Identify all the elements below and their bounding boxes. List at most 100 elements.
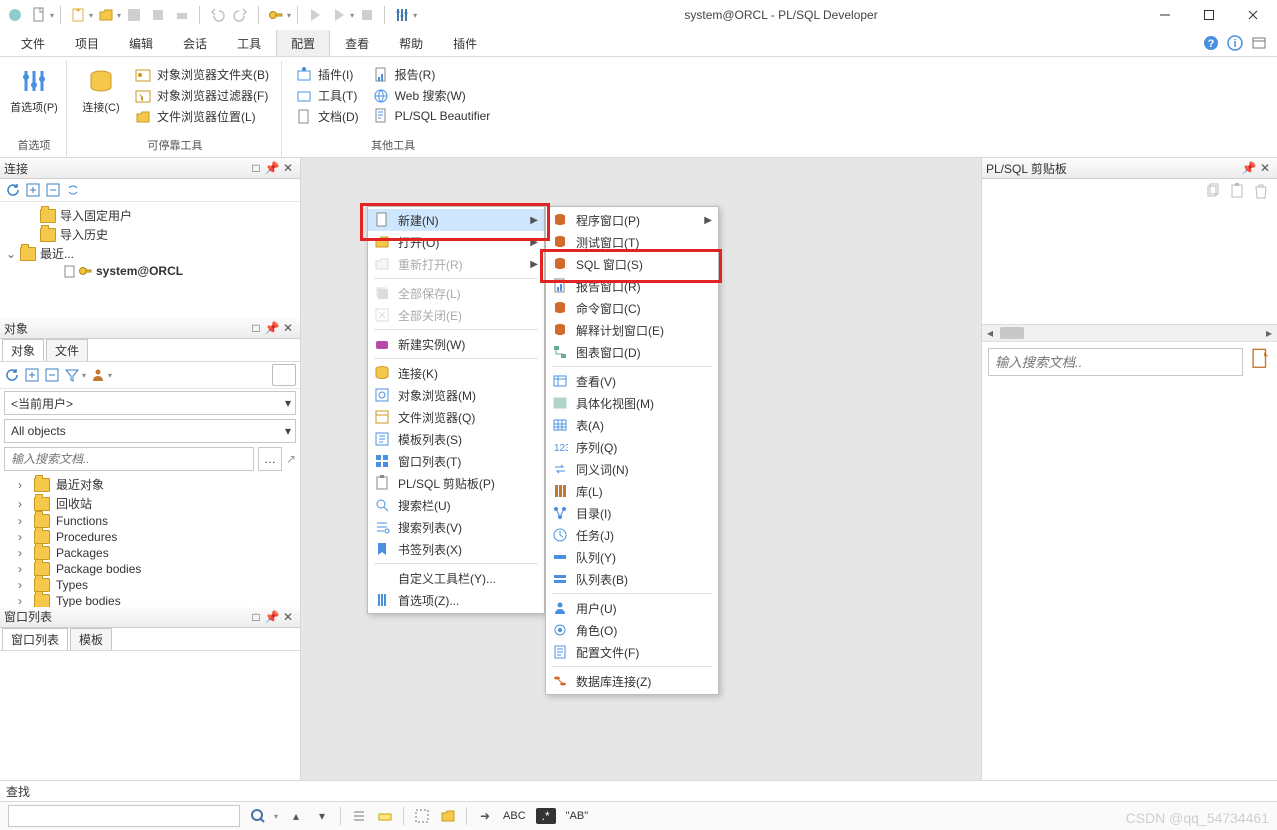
menu-item[interactable]: 任务(J) xyxy=(546,524,718,546)
menu-item[interactable]: 队列表(B) xyxy=(546,568,718,590)
pane-restore-icon[interactable]: □ xyxy=(248,609,264,625)
clear-icon[interactable]: ↗ xyxy=(286,452,296,466)
pin-icon[interactable]: 📌 xyxy=(264,160,280,176)
pane-close-icon[interactable]: ✕ xyxy=(280,609,296,625)
menu-project[interactable]: 项目 xyxy=(60,30,114,56)
pin-icon[interactable]: 📌 xyxy=(1241,160,1257,176)
help-icon[interactable]: ? xyxy=(1203,35,1219,51)
maximize-button[interactable] xyxy=(1189,2,1229,28)
menu-item[interactable]: 用户(U) xyxy=(546,597,718,619)
tab-files[interactable]: 文件 xyxy=(46,339,88,361)
menu-item[interactable]: 123序列(Q) xyxy=(546,436,718,458)
menu-item[interactable]: 图表窗口(D) xyxy=(546,341,718,363)
pane-close-icon[interactable]: ✕ xyxy=(1257,160,1273,176)
tab-objects[interactable]: 对象 xyxy=(2,339,44,361)
list-icon[interactable] xyxy=(351,808,367,824)
new-file-icon[interactable] xyxy=(28,4,50,26)
run-icon[interactable] xyxy=(304,4,326,26)
menu-item[interactable]: 新建实例(W) xyxy=(368,333,544,355)
refresh-icon[interactable] xyxy=(6,183,20,197)
menu-item[interactable]: 配置文件(F) xyxy=(546,641,718,663)
menu-item[interactable]: 解释计划窗口(E) xyxy=(546,319,718,341)
menu-item[interactable]: 模板列表(S) xyxy=(368,428,544,450)
pin-icon[interactable]: 📌 xyxy=(264,320,280,336)
menu-item[interactable]: 打开(O)▶ xyxy=(368,231,544,253)
regex-button[interactable]: .* xyxy=(536,808,556,824)
menu-item[interactable]: 同义词(N) xyxy=(546,458,718,480)
object-folder[interactable]: ›Functions xyxy=(0,513,300,529)
arrow-icon[interactable]: ➜ xyxy=(477,808,493,824)
tab-windowlist[interactable]: 窗口列表 xyxy=(2,628,68,650)
refresh-icon[interactable] xyxy=(4,367,20,383)
menu-item[interactable]: PL/SQL 剪贴板(P) xyxy=(368,472,544,494)
menu-item[interactable]: 目录(I) xyxy=(546,502,718,524)
object-folder[interactable]: ›Package bodies xyxy=(0,561,300,577)
toggle-square[interactable] xyxy=(272,364,296,386)
object-folder[interactable]: ›最近对象 xyxy=(0,475,300,494)
find-input[interactable] xyxy=(8,805,240,827)
menu-item[interactable]: 对象浏览器(M) xyxy=(368,384,544,406)
paste-icon[interactable] xyxy=(1229,183,1245,199)
beautifier-button[interactable]: PL/SQL Beautifier xyxy=(369,107,495,125)
undo-icon[interactable] xyxy=(206,4,228,26)
file-browser-locations-button[interactable]: 文件浏览器位置(L) xyxy=(131,107,273,126)
menu-item[interactable]: 表(A) xyxy=(546,414,718,436)
redo-icon[interactable] xyxy=(230,4,252,26)
conn-import-fixed[interactable]: 导入固定用户 xyxy=(2,206,298,225)
menu-session[interactable]: 会话 xyxy=(168,30,222,56)
menu-help[interactable]: 帮助 xyxy=(384,30,438,56)
pin-icon[interactable]: 📌 xyxy=(264,609,280,625)
menu-item[interactable]: 数据库连接(Z) xyxy=(546,670,718,692)
select-icon[interactable] xyxy=(414,808,430,824)
menu-item[interactable]: 命令窗口(C) xyxy=(546,297,718,319)
tool-button[interactable]: 工具(T) xyxy=(292,86,363,105)
conn-recent[interactable]: ⌄最近... xyxy=(2,244,298,263)
debug-icon[interactable] xyxy=(328,4,350,26)
menu-item[interactable]: 自定义工具栏(Y)... xyxy=(368,567,544,589)
save-icon[interactable] xyxy=(123,4,145,26)
menu-item[interactable]: 程序窗口(P)▶ xyxy=(546,209,718,231)
menu-config[interactable]: 配置 xyxy=(276,30,330,56)
menu-item[interactable]: 首选项(Z)... xyxy=(368,589,544,611)
stop-icon[interactable] xyxy=(356,4,378,26)
menu-item[interactable]: 队列(Y) xyxy=(546,546,718,568)
key-icon[interactable] xyxy=(265,4,287,26)
menu-item[interactable]: SQL 窗口(S) xyxy=(546,253,718,275)
menu-item[interactable]: 文件浏览器(Q) xyxy=(368,406,544,428)
app-menu-icon[interactable] xyxy=(4,4,26,26)
scope-combo[interactable]: All objects▾ xyxy=(4,419,296,443)
pane-restore-icon[interactable]: □ xyxy=(248,160,264,176)
print-icon[interactable] xyxy=(171,4,193,26)
find-prev-icon[interactable]: ▴ xyxy=(288,808,304,824)
menu-edit[interactable]: 编辑 xyxy=(114,30,168,56)
preferences-button[interactable]: 首选项(P) xyxy=(10,63,58,115)
clipboard-search-input[interactable] xyxy=(988,348,1243,376)
filter-icon[interactable] xyxy=(64,367,80,383)
menu-item[interactable]: 角色(O) xyxy=(546,619,718,641)
object-folder[interactable]: ›Procedures xyxy=(0,529,300,545)
collapse-icon[interactable] xyxy=(44,367,60,383)
open-icon[interactable] xyxy=(95,4,117,26)
websearch-button[interactable]: Web 搜索(W) xyxy=(369,86,495,105)
menu-item[interactable]: 搜索栏(U) xyxy=(368,494,544,516)
conn-import-history[interactable]: 导入历史 xyxy=(2,225,298,244)
pane-close-icon[interactable]: ✕ xyxy=(280,160,296,176)
menu-tool[interactable]: 工具 xyxy=(222,30,276,56)
object-folder[interactable]: ›Type bodies xyxy=(0,593,300,607)
menu-item[interactable]: 书签列表(X) xyxy=(368,538,544,560)
delete-icon[interactable] xyxy=(1253,183,1269,199)
pane-close-icon[interactable]: ✕ xyxy=(280,320,296,336)
expand-icon[interactable] xyxy=(26,183,40,197)
menu-item[interactable]: 窗口列表(T) xyxy=(368,450,544,472)
obj-browser-filters-button[interactable]: 对象浏览器过滤器(F) xyxy=(131,86,273,105)
whole-word-button[interactable]: "AB" xyxy=(566,810,588,822)
menu-file[interactable]: 文件 xyxy=(6,30,60,56)
tab-templates[interactable]: 模板 xyxy=(70,628,112,650)
menu-item[interactable]: 连接(K) xyxy=(368,362,544,384)
plugin-button[interactable]: 插件(I) xyxy=(292,65,363,84)
copy-icon[interactable] xyxy=(1205,183,1221,199)
find-next-icon[interactable]: ▾ xyxy=(314,808,330,824)
user-icon[interactable] xyxy=(90,367,106,383)
menu-item[interactable]: 库(L) xyxy=(546,480,718,502)
refresh2-icon[interactable] xyxy=(66,183,80,197)
